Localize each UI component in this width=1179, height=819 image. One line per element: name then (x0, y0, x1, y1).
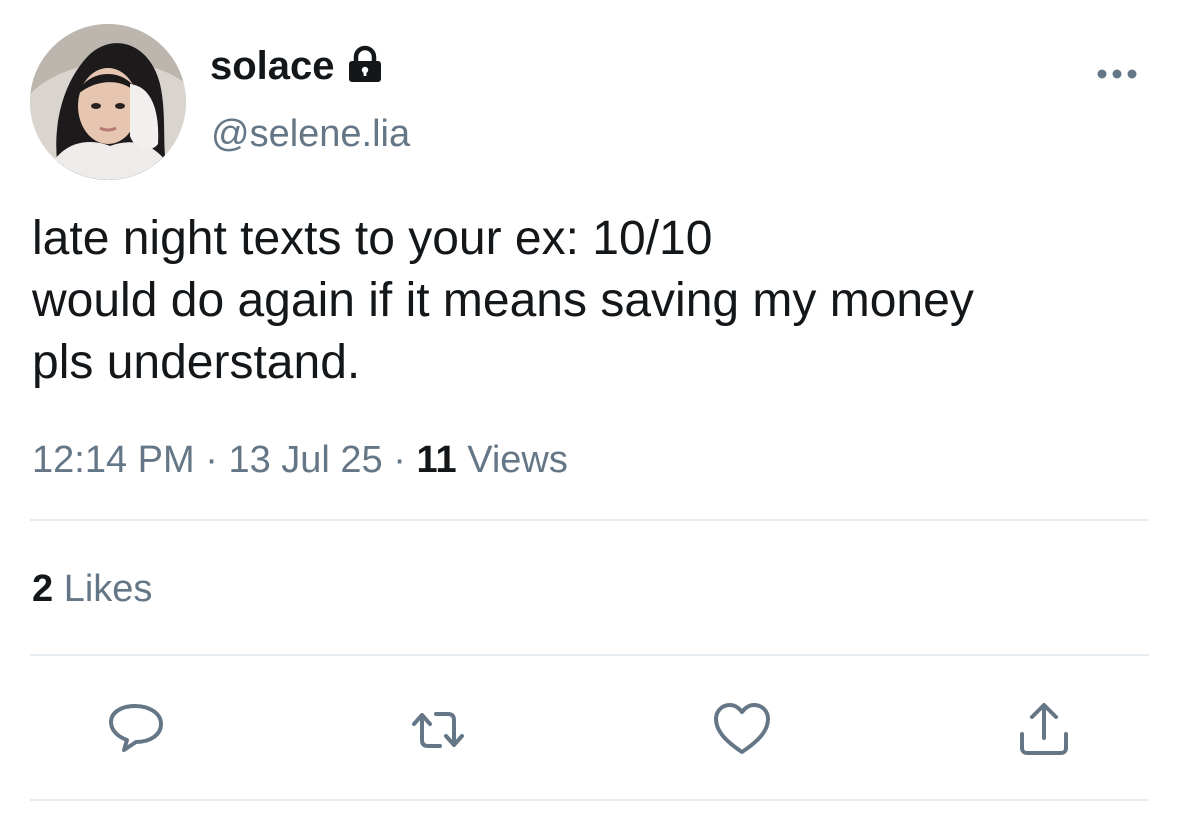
meta-separator: · (205, 439, 218, 481)
views-label: Views (467, 439, 568, 481)
retweet-icon[interactable] (408, 700, 468, 760)
more-horizontal-icon[interactable] (1096, 66, 1138, 82)
reply-icon[interactable] (106, 700, 166, 760)
tweet-detail: solace @selene.lia late night texts to y… (0, 0, 1179, 819)
tweet-line: late night texts to your ex: 10/10 (32, 212, 713, 265)
display-name[interactable]: solace (210, 40, 335, 92)
author-name-row: solace (210, 40, 385, 92)
likes-count: 2 (32, 568, 54, 610)
divider (30, 799, 1149, 801)
like-icon[interactable] (712, 700, 772, 760)
likes-label: Likes (63, 568, 153, 610)
tweet-meta: 12:14 PM · 13 Jul 25 · 11 Views (32, 436, 568, 484)
tweet-date[interactable]: 13 Jul 25 (228, 439, 382, 481)
share-icon[interactable] (1014, 700, 1074, 760)
lock-icon (345, 45, 385, 90)
tweet-line: would do again if it means saving my mon… (32, 274, 974, 327)
tweet-time[interactable]: 12:14 PM (32, 439, 195, 481)
tweet-text: late night texts to your ex: 10/10 would… (32, 208, 1157, 394)
tweet-line: pls understand. (32, 336, 361, 389)
profile-photo (30, 24, 186, 180)
divider (30, 654, 1149, 656)
avatar[interactable] (30, 24, 186, 180)
divider (30, 519, 1149, 521)
views-count: 11 (416, 439, 457, 481)
meta-separator: · (393, 439, 406, 481)
user-handle[interactable]: @selene.lia (211, 112, 410, 156)
likes-stat[interactable]: 2 Likes (32, 565, 152, 613)
